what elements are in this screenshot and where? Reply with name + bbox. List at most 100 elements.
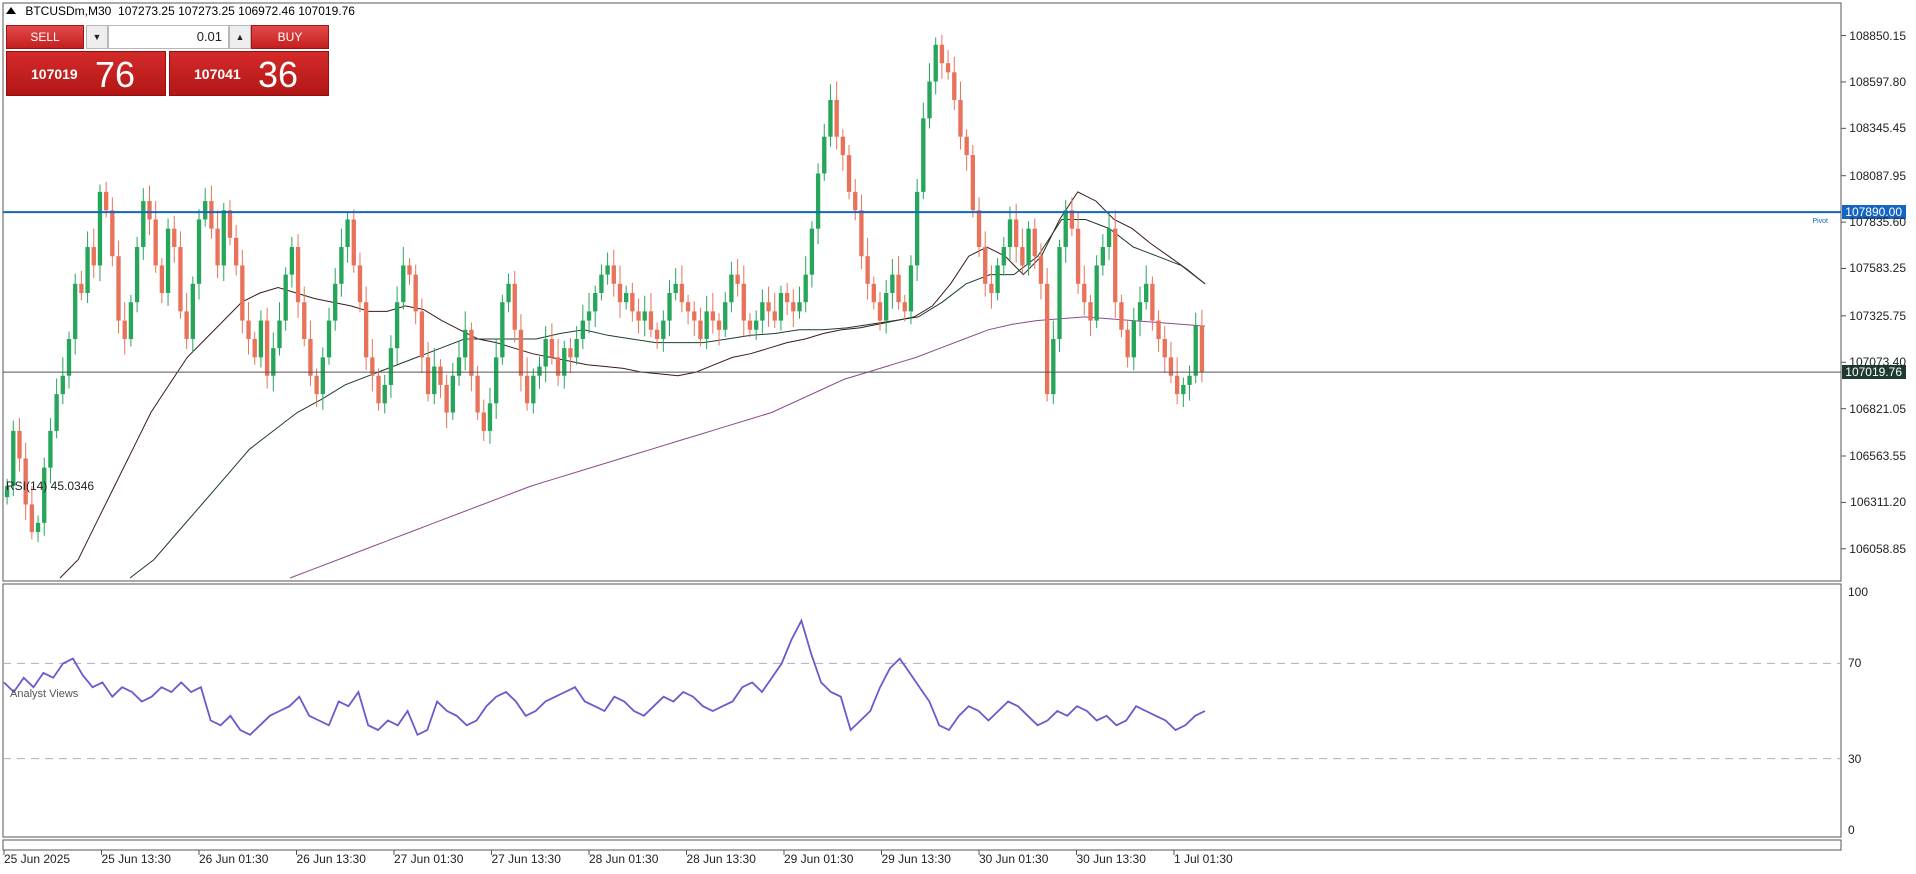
rsi-title: RSI(14) 45.0346 [6, 479, 95, 493]
candle-body [624, 293, 629, 303]
candle-body [172, 228, 177, 248]
candle-body [122, 320, 127, 339]
candle-body [376, 375, 381, 404]
candle-body [642, 311, 647, 321]
candle-body [1001, 247, 1006, 266]
candle-body [667, 293, 672, 321]
candles [4, 34, 1205, 543]
candle-body [846, 155, 852, 192]
candle-body [407, 265, 412, 275]
candle-body [215, 228, 220, 266]
candle-body [48, 430, 53, 468]
x-tick-label: 25 Jun 13:30 [101, 852, 171, 866]
candle-body [1088, 302, 1093, 321]
candle-body [549, 338, 555, 358]
candle-body [729, 274, 734, 303]
y-tick-label: 107325.75 [1849, 308, 1906, 323]
candle-body [964, 136, 969, 156]
candle-body [153, 219, 158, 266]
candle-body [29, 504, 35, 533]
y-tick-label: 106058.85 [1849, 541, 1906, 556]
candle-body [147, 201, 152, 220]
candle-body [1063, 210, 1068, 248]
candle-body [1100, 247, 1106, 266]
candle-body [1181, 384, 1186, 395]
candle-body [314, 375, 319, 395]
candle-body [42, 467, 47, 523]
candle-body [500, 302, 505, 358]
candle-body [475, 375, 480, 413]
candle-body [209, 201, 214, 229]
candle-body [1174, 375, 1180, 395]
x-tick-label: 27 Jun 01:30 [394, 852, 464, 866]
analyst-views-label[interactable]: Analyst Views [10, 688, 78, 700]
candle-body [995, 265, 1000, 293]
candle-body [116, 256, 121, 321]
candle-body [221, 210, 226, 266]
candle-body [370, 357, 375, 376]
candle-body [815, 173, 821, 229]
candle-body [976, 210, 982, 248]
x-tick-label: 25 Jun 2025 [4, 852, 71, 866]
candle-body [809, 228, 815, 275]
rsi-level-label: 100 [1848, 585, 1869, 599]
candle-body [599, 274, 604, 293]
candle-body [60, 375, 65, 395]
candle-body [246, 320, 251, 339]
y-tick-label: 107073.40 [1849, 355, 1906, 370]
candle-body [240, 265, 245, 321]
candle-body [456, 357, 462, 376]
candle-body [834, 99, 839, 137]
candle-body [339, 247, 344, 284]
candle-body [450, 375, 455, 413]
candle-body [1119, 302, 1124, 330]
y-tick-label: 108345.45 [1849, 121, 1906, 136]
candle-body [654, 329, 660, 339]
candle-body [1199, 325, 1205, 373]
candle-body [85, 247, 90, 293]
candle-body [227, 210, 233, 238]
candle-body [958, 99, 963, 137]
candle-body [537, 366, 542, 376]
candle-body [890, 274, 895, 293]
candle-body [54, 394, 59, 431]
candle-body [853, 191, 858, 211]
candle-body [97, 191, 103, 266]
candle-body [1106, 228, 1112, 248]
candle-body [178, 247, 183, 312]
candle-body [983, 247, 988, 284]
candle-body [493, 357, 499, 404]
candle-body [698, 320, 703, 339]
candle-body [1044, 283, 1050, 395]
candle-body [134, 247, 140, 303]
y-tick-label: 107835.60 [1849, 215, 1906, 230]
y-tick-label: 106563.55 [1849, 448, 1906, 463]
candle-body [902, 302, 907, 312]
candle-body [562, 348, 567, 376]
candle-body [1168, 357, 1174, 376]
candle-body [952, 72, 957, 100]
price-chart[interactable] [0, 0, 1916, 874]
candle-body [896, 274, 901, 303]
candle-body [1137, 302, 1143, 321]
candle-body [593, 293, 598, 312]
candle-body [357, 265, 363, 303]
candle-body [747, 320, 753, 330]
x-tick-label: 28 Jun 01:30 [589, 852, 659, 866]
candle-body [413, 274, 418, 312]
candle-body [17, 430, 22, 459]
candle-body [302, 302, 307, 339]
candle-body [1193, 325, 1198, 376]
candle-body [1057, 247, 1062, 339]
candle-body [320, 357, 325, 395]
candle-body [778, 293, 784, 321]
x-tick-label: 30 Jun 01:30 [979, 852, 1049, 866]
candle-body [605, 265, 610, 275]
candle-body [432, 366, 437, 395]
candle-body [1082, 283, 1087, 303]
candle-body [258, 320, 264, 358]
candle-body [401, 265, 406, 303]
candle-body [184, 311, 189, 339]
pivot-tag: Pivot [1812, 218, 1828, 226]
candle-body [295, 247, 301, 303]
